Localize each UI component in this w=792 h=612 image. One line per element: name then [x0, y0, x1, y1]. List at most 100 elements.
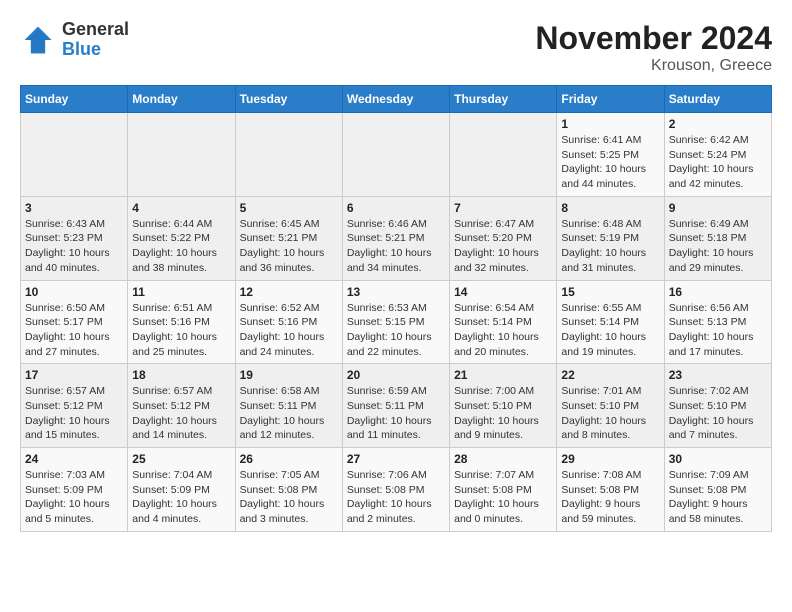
- day-info: Sunrise: 6:54 AMSunset: 5:14 PMDaylight:…: [454, 301, 552, 360]
- day-number: 24: [25, 452, 123, 466]
- calendar-cell: [21, 113, 128, 197]
- day-info: Sunrise: 6:53 AMSunset: 5:15 PMDaylight:…: [347, 301, 445, 360]
- day-info: Sunrise: 7:02 AMSunset: 5:10 PMDaylight:…: [669, 384, 767, 443]
- calendar-cell: 5 Sunrise: 6:45 AMSunset: 5:21 PMDaylight…: [235, 196, 342, 280]
- calendar-cell: 7 Sunrise: 6:47 AMSunset: 5:20 PMDaylight…: [450, 196, 557, 280]
- day-info: Sunrise: 7:00 AMSunset: 5:10 PMDaylight:…: [454, 384, 552, 443]
- calendar-cell: 23 Sunrise: 7:02 AMSunset: 5:10 PMDayligh…: [664, 364, 771, 448]
- calendar-cell: 27 Sunrise: 7:06 AMSunset: 5:08 PMDayligh…: [342, 448, 449, 532]
- calendar-cell: 8 Sunrise: 6:48 AMSunset: 5:19 PMDaylight…: [557, 196, 664, 280]
- day-number: 22: [561, 368, 659, 382]
- day-info: Sunrise: 6:58 AMSunset: 5:11 PMDaylight:…: [240, 384, 338, 443]
- calendar-cell: 10 Sunrise: 6:50 AMSunset: 5:17 PMDayligh…: [21, 280, 128, 364]
- day-info: Sunrise: 6:47 AMSunset: 5:20 PMDaylight:…: [454, 217, 552, 276]
- day-number: 23: [669, 368, 767, 382]
- day-number: 4: [132, 201, 230, 215]
- day-number: 6: [347, 201, 445, 215]
- calendar-week-3: 10 Sunrise: 6:50 AMSunset: 5:17 PMDayligh…: [21, 280, 772, 364]
- calendar-cell: 2Sunrise: 6:42 AMSunset: 5:24 PMDaylight…: [664, 113, 771, 197]
- logo-text: General Blue: [62, 20, 129, 60]
- day-info: Sunrise: 7:03 AMSunset: 5:09 PMDaylight:…: [25, 468, 123, 527]
- day-number: 8: [561, 201, 659, 215]
- weekday-header-thursday: Thursday: [450, 86, 557, 113]
- day-number: 20: [347, 368, 445, 382]
- calendar-cell: 13 Sunrise: 6:53 AMSunset: 5:15 PMDayligh…: [342, 280, 449, 364]
- calendar-cell: 14 Sunrise: 6:54 AMSunset: 5:14 PMDayligh…: [450, 280, 557, 364]
- month-title: November 2024: [535, 20, 772, 57]
- day-number: 26: [240, 452, 338, 466]
- calendar-cell: 1 Sunrise: 6:41 AMSunset: 5:25 PMDaylight…: [557, 113, 664, 197]
- day-number: 14: [454, 285, 552, 299]
- location: Krouson, Greece: [535, 57, 772, 75]
- calendar-cell: 29Sunrise: 7:08 AMSunset: 5:08 PMDayligh…: [557, 448, 664, 532]
- calendar-cell: 18Sunrise: 6:57 AMSunset: 5:12 PMDayligh…: [128, 364, 235, 448]
- day-info: Sunrise: 7:09 AMSunset: 5:08 PMDaylight:…: [669, 468, 767, 527]
- day-number: 12: [240, 285, 338, 299]
- day-number: 5: [240, 201, 338, 215]
- calendar-cell: 17Sunrise: 6:57 AMSunset: 5:12 PMDayligh…: [21, 364, 128, 448]
- day-info: Sunrise: 7:01 AMSunset: 5:10 PMDaylight:…: [561, 384, 659, 443]
- day-number: 1: [561, 117, 659, 131]
- day-number: 15: [561, 285, 659, 299]
- day-info: Sunrise: 6:46 AMSunset: 5:21 PMDaylight:…: [347, 217, 445, 276]
- day-info: Sunrise: 6:51 AMSunset: 5:16 PMDaylight:…: [132, 301, 230, 360]
- day-info: Sunrise: 6:41 AMSunset: 5:25 PMDaylight:…: [561, 133, 659, 192]
- calendar-cell: 11 Sunrise: 6:51 AMSunset: 5:16 PMDayligh…: [128, 280, 235, 364]
- calendar-cell: 6 Sunrise: 6:46 AMSunset: 5:21 PMDaylight…: [342, 196, 449, 280]
- day-info: Sunrise: 6:56 AMSunset: 5:13 PMDaylight:…: [669, 301, 767, 360]
- day-number: 11: [132, 285, 230, 299]
- day-info: Sunrise: 6:50 AMSunset: 5:17 PMDaylight:…: [25, 301, 123, 360]
- day-number: 10: [25, 285, 123, 299]
- day-number: 2: [669, 117, 767, 131]
- calendar-cell: 9 Sunrise: 6:49 AMSunset: 5:18 PMDaylight…: [664, 196, 771, 280]
- calendar-cell: 16Sunrise: 6:56 AMSunset: 5:13 PMDayligh…: [664, 280, 771, 364]
- calendar-cell: 25 Sunrise: 7:04 AMSunset: 5:09 PMDayligh…: [128, 448, 235, 532]
- day-number: 27: [347, 452, 445, 466]
- calendar-week-5: 24 Sunrise: 7:03 AMSunset: 5:09 PMDayligh…: [21, 448, 772, 532]
- day-number: 30: [669, 452, 767, 466]
- calendar-cell: 24 Sunrise: 7:03 AMSunset: 5:09 PMDayligh…: [21, 448, 128, 532]
- day-info: Sunrise: 6:49 AMSunset: 5:18 PMDaylight:…: [669, 217, 767, 276]
- day-info: Sunrise: 7:05 AMSunset: 5:08 PMDaylight:…: [240, 468, 338, 527]
- calendar-cell: 20 Sunrise: 6:59 AMSunset: 5:11 PMDayligh…: [342, 364, 449, 448]
- day-info: Sunrise: 6:55 AMSunset: 5:14 PMDaylight:…: [561, 301, 659, 360]
- day-number: 3: [25, 201, 123, 215]
- page-header: General Blue November 2024 Krouson, Gree…: [20, 20, 772, 75]
- day-info: Sunrise: 6:59 AMSunset: 5:11 PMDaylight:…: [347, 384, 445, 443]
- calendar-cell: 3 Sunrise: 6:43 AMSunset: 5:23 PMDaylight…: [21, 196, 128, 280]
- day-info: Sunrise: 6:57 AMSunset: 5:12 PMDaylight:…: [25, 384, 123, 443]
- calendar-cell: 30 Sunrise: 7:09 AMSunset: 5:08 PMDayligh…: [664, 448, 771, 532]
- day-info: Sunrise: 7:06 AMSunset: 5:08 PMDaylight:…: [347, 468, 445, 527]
- day-number: 21: [454, 368, 552, 382]
- day-info: Sunrise: 6:52 AMSunset: 5:16 PMDaylight:…: [240, 301, 338, 360]
- calendar-cell: 21 Sunrise: 7:00 AMSunset: 5:10 PMDayligh…: [450, 364, 557, 448]
- title-block: November 2024 Krouson, Greece: [535, 20, 772, 75]
- weekday-header-friday: Friday: [557, 86, 664, 113]
- day-info: Sunrise: 6:44 AMSunset: 5:22 PMDaylight:…: [132, 217, 230, 276]
- day-number: 25: [132, 452, 230, 466]
- calendar-week-4: 17Sunrise: 6:57 AMSunset: 5:12 PMDayligh…: [21, 364, 772, 448]
- calendar-cell: 19Sunrise: 6:58 AMSunset: 5:11 PMDayligh…: [235, 364, 342, 448]
- calendar-cell: [450, 113, 557, 197]
- day-number: 13: [347, 285, 445, 299]
- day-info: Sunrise: 7:07 AMSunset: 5:08 PMDaylight:…: [454, 468, 552, 527]
- calendar-cell: 4 Sunrise: 6:44 AMSunset: 5:22 PMDaylight…: [128, 196, 235, 280]
- day-info: Sunrise: 6:43 AMSunset: 5:23 PMDaylight:…: [25, 217, 123, 276]
- calendar-table: SundayMondayTuesdayWednesdayThursdayFrid…: [20, 85, 772, 532]
- calendar-cell: [235, 113, 342, 197]
- day-info: Sunrise: 6:57 AMSunset: 5:12 PMDaylight:…: [132, 384, 230, 443]
- weekday-header-row: SundayMondayTuesdayWednesdayThursdayFrid…: [21, 86, 772, 113]
- weekday-header-sunday: Sunday: [21, 86, 128, 113]
- day-number: 7: [454, 201, 552, 215]
- day-info: Sunrise: 6:48 AMSunset: 5:19 PMDaylight:…: [561, 217, 659, 276]
- calendar-cell: 15 Sunrise: 6:55 AMSunset: 5:14 PMDayligh…: [557, 280, 664, 364]
- day-info: Sunrise: 6:45 AMSunset: 5:21 PMDaylight:…: [240, 217, 338, 276]
- weekday-header-saturday: Saturday: [664, 86, 771, 113]
- logo-line1: General: [62, 20, 129, 40]
- calendar-cell: 22 Sunrise: 7:01 AMSunset: 5:10 PMDayligh…: [557, 364, 664, 448]
- calendar-cell: [128, 113, 235, 197]
- day-number: 9: [669, 201, 767, 215]
- day-info: Sunrise: 7:04 AMSunset: 5:09 PMDaylight:…: [132, 468, 230, 527]
- day-info: Sunrise: 7:08 AMSunset: 5:08 PMDaylight:…: [561, 468, 659, 527]
- calendar-header: SundayMondayTuesdayWednesdayThursdayFrid…: [21, 86, 772, 113]
